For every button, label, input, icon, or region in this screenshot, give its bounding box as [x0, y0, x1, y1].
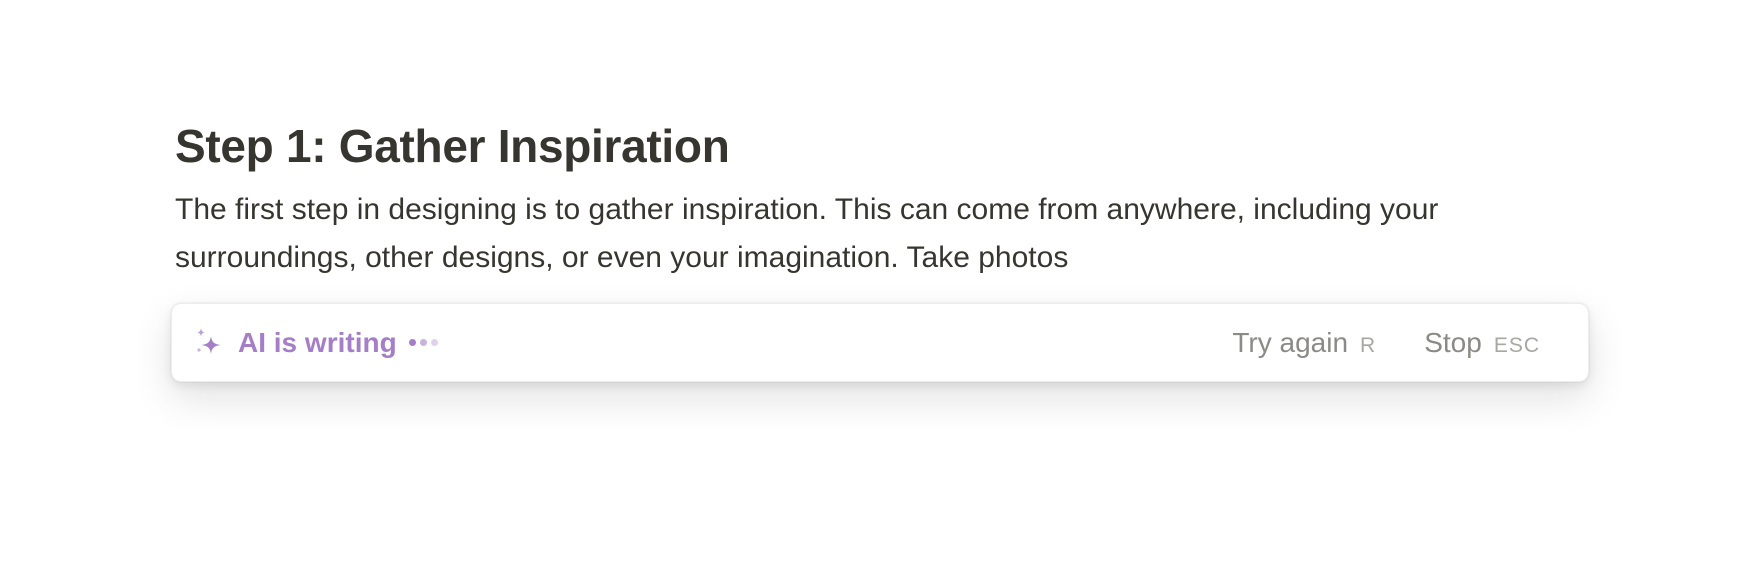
- sparkle-icon: [194, 326, 224, 360]
- ai-writing-bar: AI is writing Try again R Stop ESC: [171, 303, 1589, 382]
- try-again-button[interactable]: Try again R: [1222, 321, 1386, 365]
- loading-dot: [430, 339, 438, 346]
- stop-shortcut: ESC: [1493, 333, 1540, 357]
- stop-button[interactable]: Stop ESC: [1414, 321, 1550, 365]
- ai-status-text: AI is writing: [238, 326, 397, 358]
- section-heading[interactable]: Step 1: Gather Inspiration: [175, 118, 1595, 174]
- loading-dot: [408, 339, 416, 346]
- ai-status-group: AI is writing: [194, 326, 438, 360]
- body-paragraph[interactable]: The first step in designing is to gather…: [175, 186, 1575, 282]
- ai-actions: Try again R Stop ESC: [1222, 321, 1550, 365]
- document-page: Step 1: Gather Inspiration The first ste…: [175, 118, 1595, 282]
- loading-dot: [419, 339, 427, 346]
- try-again-shortcut: R: [1360, 333, 1377, 357]
- stop-label: Stop: [1424, 326, 1482, 358]
- try-again-label: Try again: [1232, 326, 1349, 358]
- loading-dots-icon: [408, 339, 438, 346]
